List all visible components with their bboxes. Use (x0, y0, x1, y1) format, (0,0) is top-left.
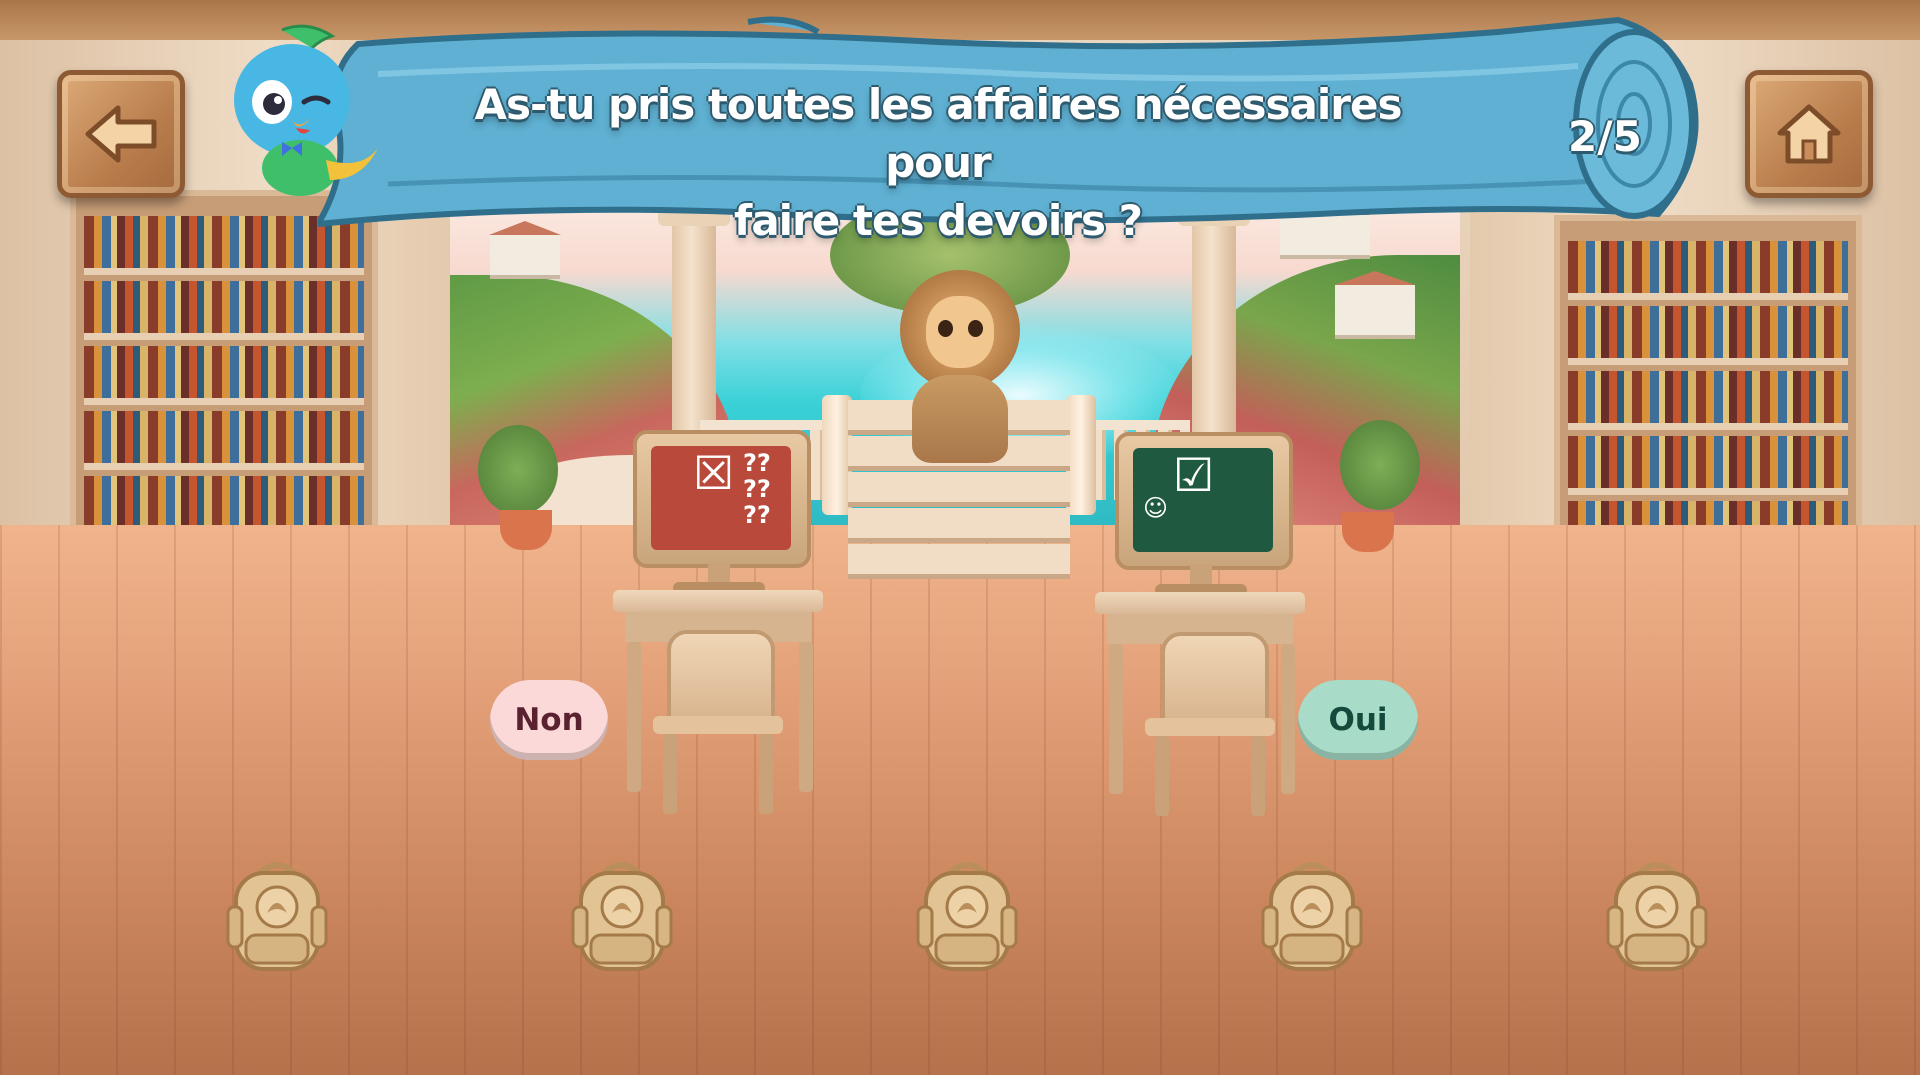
house-right (1335, 285, 1415, 339)
question-marks-icon: ?????? (743, 449, 771, 529)
backpack-icon (222, 855, 332, 973)
plant-left (478, 425, 558, 515)
arrow-left-icon (85, 105, 157, 163)
question-text: As-tu pris toutes les affaires nécessair… (438, 76, 1438, 250)
parrot-icon (234, 24, 378, 196)
backpack-icon (1602, 855, 1712, 973)
plant-right (1340, 420, 1420, 510)
check-icon: ☑ (1173, 448, 1215, 502)
lion-character (890, 270, 1030, 470)
progress-counter: 2/5 (1568, 112, 1642, 161)
stair-rail-right (1066, 395, 1096, 515)
backpack-icon (912, 855, 1022, 973)
backpack-icon (567, 855, 677, 973)
bottom-edge (0, 1075, 1920, 1080)
cross-icon: ☒ (693, 446, 735, 500)
backpack-icon (1257, 855, 1367, 973)
answer-no-button[interactable]: Non (490, 680, 608, 760)
question-banner: As-tu pris toutes les affaires nécessair… (318, 14, 1716, 245)
wooden-floor (0, 525, 1920, 1080)
house-icon (1777, 104, 1841, 164)
pot-right (1342, 512, 1394, 552)
pot-left (500, 510, 552, 550)
question-line-2: faire tes devoirs ? (734, 196, 1143, 245)
back-button[interactable] (57, 70, 185, 198)
smiley-icon: ☺ (1143, 494, 1169, 522)
answer-yes-button[interactable]: Oui (1298, 680, 1418, 760)
home-button[interactable] (1745, 70, 1873, 198)
parrot-mascot (212, 20, 382, 200)
question-line-1: As-tu pris toutes les affaires nécessair… (474, 80, 1403, 187)
